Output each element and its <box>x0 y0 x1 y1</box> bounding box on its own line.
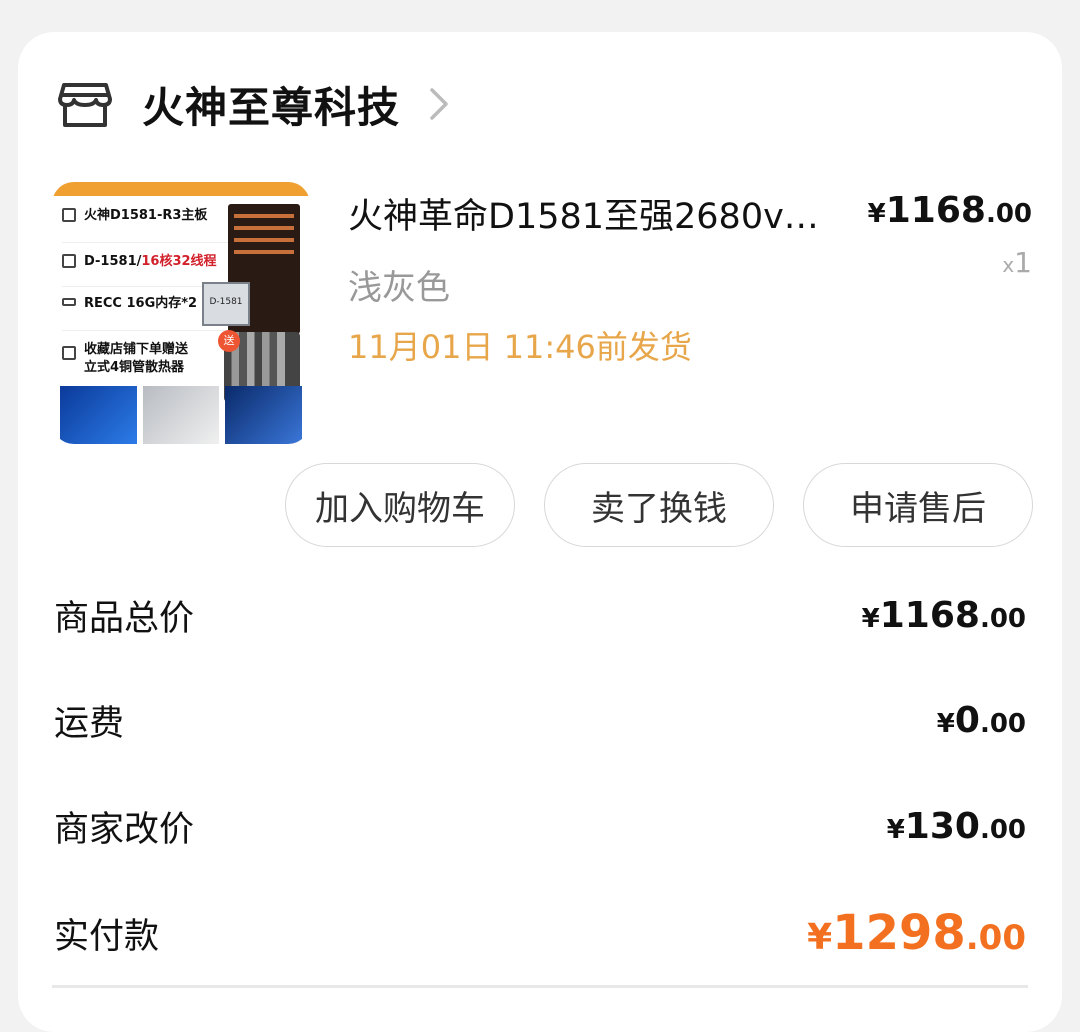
quantity: x1 <box>1002 246 1032 279</box>
product-spec: 浅灰色 <box>348 268 450 308</box>
thumbnail-feature-strip <box>52 386 310 444</box>
cpu-chip-image: D-1581 <box>202 282 250 326</box>
store-icon <box>58 83 112 127</box>
paid-amount-row: 实付款 ¥1298.00 <box>54 900 1026 966</box>
sell-for-cash-button[interactable]: 卖了换钱 <box>544 463 774 547</box>
merchant-adjust-row: 商家改价 ¥130.00 <box>54 796 1026 856</box>
shop-header[interactable]: 火神至尊科技 <box>56 72 450 136</box>
thumbnail-line-2: D-1581/16核32线程 <box>84 254 217 269</box>
thumbnail-line-1: 火神D1581-R3主板 <box>84 208 208 223</box>
ship-time: 11月01日 11:46前发货 <box>348 328 692 366</box>
shipping-row: 运费 ¥0.00 <box>54 690 1026 750</box>
shipping-value: ¥0.00 <box>936 699 1026 741</box>
thumbnail-line-5: 立式4铜管散热器 <box>84 360 185 375</box>
gift-badge: 送 <box>218 330 240 352</box>
cpu-icon <box>62 254 76 268</box>
shop-name: 火神至尊科技 <box>142 82 401 132</box>
goods-total-row: 商品总价 ¥1168.00 <box>54 585 1026 645</box>
unit-price: ¥1168.00 <box>867 190 1032 231</box>
goods-total-label: 商品总价 <box>54 598 195 639</box>
chevron-right-icon <box>430 88 448 120</box>
divider <box>52 985 1028 988</box>
add-to-cart-button[interactable]: 加入购物车 <box>285 463 515 547</box>
ram-icon <box>62 298 76 306</box>
paid-amount-label: 实付款 <box>54 916 160 957</box>
product-title[interactable]: 火神革命D1581至强2680v… <box>348 188 858 239</box>
after-sales-button[interactable]: 申请售后 <box>803 463 1033 547</box>
paid-amount-value: ¥1298.00 <box>807 905 1026 961</box>
goods-total-value: ¥1168.00 <box>861 594 1026 636</box>
chip-icon <box>62 208 76 222</box>
merchant-adjust-label: 商家改价 <box>54 809 195 850</box>
fan-icon <box>62 346 76 360</box>
merchant-adjust-value: ¥130.00 <box>886 805 1026 847</box>
shipping-label: 运费 <box>54 703 125 744</box>
product-thumbnail[interactable]: 火神D1581-R3主板 D-1581/16核32线程 RECC 16G内存*2… <box>52 182 310 444</box>
thumbnail-banner <box>52 182 310 196</box>
